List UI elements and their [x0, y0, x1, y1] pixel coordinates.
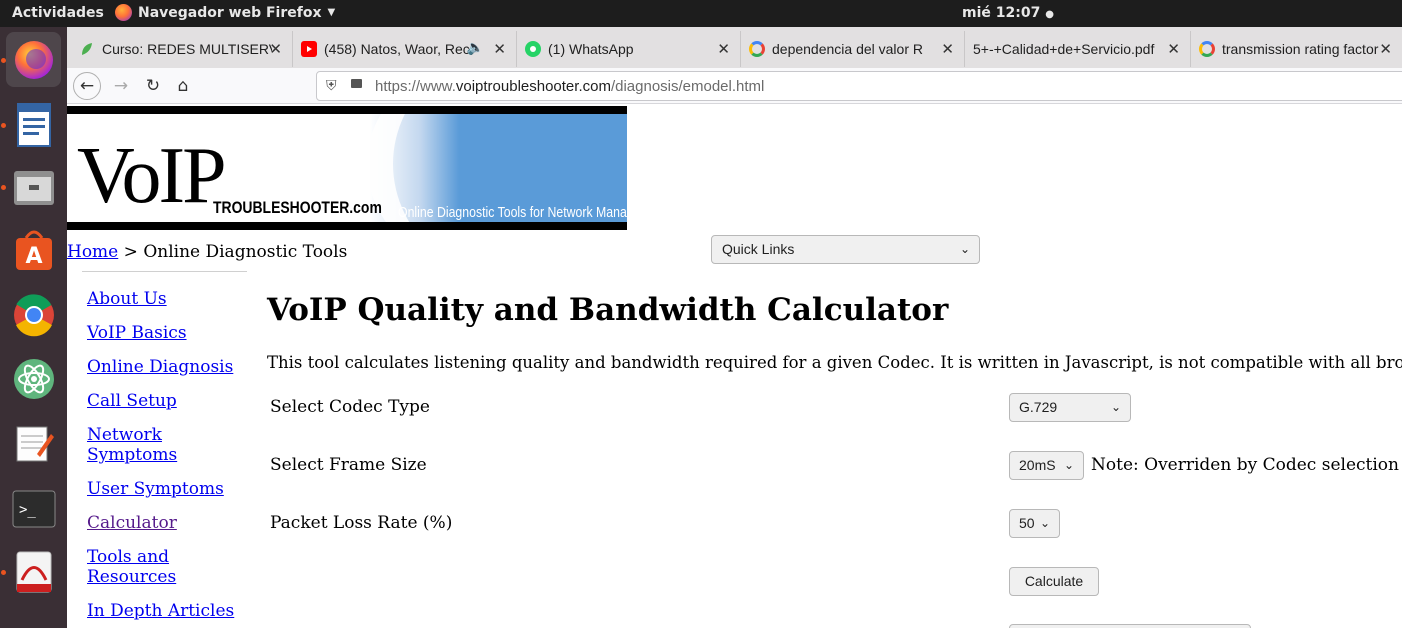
page-description: This tool calculates listening quality a…: [267, 353, 1402, 372]
site-banner: VoIP TROUBLESHOOTER.com Online Diagnosti…: [67, 106, 627, 230]
frame-size-note: Note: Overriden by Codec selection: [1091, 455, 1399, 475]
tab-whatsapp[interactable]: (1) WhatsApp ✕: [517, 31, 741, 67]
logo-voip-text: VoIP: [77, 132, 227, 220]
close-tab-icon[interactable]: ✕: [717, 40, 730, 58]
dock-terminal-icon[interactable]: >_: [6, 481, 61, 536]
chevron-down-icon: ⌄: [1039, 516, 1050, 530]
frame-size-select[interactable]: 20mS ⌄: [1009, 451, 1084, 480]
svg-text:A: A: [25, 244, 42, 269]
sidebar-item-call-setup[interactable]: Call Setup: [87, 391, 257, 411]
tab-google-search-2[interactable]: transmission rating factor ✕: [1191, 31, 1402, 67]
close-tab-icon[interactable]: ✕: [269, 40, 282, 58]
sidebar-item-network-symptoms[interactable]: Network Symptoms: [87, 425, 177, 465]
sidebar-nav: About Us VoIP Basics Online Diagnosis Ca…: [87, 289, 257, 628]
google-icon: [749, 41, 765, 57]
calculate-button[interactable]: Calculate: [1009, 567, 1099, 596]
youtube-icon: [301, 41, 317, 57]
navigation-toolbar: ← → ↻ ⌂ ⛨ https://www.voiptroubleshooter…: [67, 68, 1402, 104]
dock-software-icon[interactable]: A: [6, 221, 61, 276]
tab-pdf[interactable]: 5+-+Calidad+de+Servicio.pdf ✕: [965, 31, 1191, 67]
result-field[interactable]: [1009, 624, 1251, 628]
firefox-icon: [115, 4, 132, 21]
logo-troubleshooter-text: TROUBLESHOOTER.com: [213, 198, 382, 217]
banner-tagline: Online Diagnostic Tools for Network Mana…: [398, 204, 627, 221]
dock-text-editor-icon[interactable]: [6, 415, 61, 470]
packet-loss-label: Packet Loss Rate (%): [270, 513, 453, 533]
moodle-leaf-icon: [79, 41, 95, 57]
tab-strip: Curso: REDES MULTISERVICIOS ✕ (458) Nato…: [67, 27, 1402, 68]
speaker-icon[interactable]: 🔈: [467, 39, 484, 56]
chevron-down-icon: ⌄: [1063, 458, 1074, 472]
app-menu[interactable]: Navegador web Firefox ▼: [115, 4, 335, 21]
sidebar-item-calculator[interactable]: Calculator: [87, 513, 257, 533]
breadcrumb-home-link[interactable]: Home: [67, 242, 118, 262]
shield-icon[interactable]: ⛨: [326, 77, 337, 94]
address-bar[interactable]: ⛨ https://www.voiptroubleshooter.com/dia…: [316, 71, 1402, 101]
close-tab-icon[interactable]: ✕: [493, 40, 506, 58]
dock-writer-icon[interactable]: [6, 97, 61, 152]
lock-icon[interactable]: [351, 79, 362, 88]
url-text: https://www.voiptroubleshooter.com/diagn…: [375, 78, 765, 95]
quick-links-select[interactable]: Quick Links ⌄: [711, 235, 980, 264]
codec-type-select[interactable]: G.729 ⌄: [1009, 393, 1131, 422]
app-menu-label: Navegador web Firefox: [138, 4, 322, 21]
frame-size-label: Select Frame Size: [270, 455, 427, 475]
google-icon: [1199, 41, 1215, 57]
tab-curso[interactable]: Curso: REDES MULTISERVICIOS ✕: [71, 31, 293, 67]
tab-youtube[interactable]: (458) Natos, Waor, Recayden 🔈 ✕: [293, 31, 517, 67]
codec-type-label: Select Codec Type: [270, 397, 430, 417]
sidebar-item-online-diagnosis[interactable]: Online Diagnosis: [87, 357, 257, 377]
sidebar-item-in-depth-articles[interactable]: In Depth Articles: [87, 601, 257, 621]
back-arrow-icon[interactable]: ←: [73, 72, 101, 100]
packet-loss-select[interactable]: 50 ⌄: [1009, 509, 1060, 538]
page-title: VoIP Quality and Bandwidth Calculator: [267, 292, 949, 328]
chevron-down-icon: ⌄: [959, 242, 970, 256]
dock: A >_: [0, 27, 67, 628]
system-top-bar: Actividades Navegador web Firefox ▼ mié …: [0, 0, 1402, 27]
breadcrumb: Home > Online Diagnostic Tools: [67, 242, 348, 262]
dock-files-icon[interactable]: [6, 159, 61, 214]
breadcrumb-current: Online Diagnostic Tools: [143, 242, 348, 262]
svg-text:>_: >_: [19, 502, 36, 518]
chevron-down-icon: ▼: [327, 7, 336, 18]
dock-firefox-icon[interactable]: [6, 32, 61, 87]
sidebar-item-voip-basics[interactable]: VoIP Basics: [87, 323, 257, 343]
home-icon[interactable]: ⌂: [169, 72, 197, 100]
close-tab-icon[interactable]: ✕: [941, 40, 954, 58]
divider: [82, 271, 247, 272]
tab-google-search-1[interactable]: dependencia del valor R ✕: [741, 31, 965, 67]
activities-button[interactable]: Actividades: [12, 5, 104, 21]
forward-arrow-icon[interactable]: →: [107, 72, 135, 100]
dock-pdf-viewer-icon[interactable]: [6, 544, 61, 599]
close-tab-icon[interactable]: ✕: [1167, 40, 1180, 58]
close-tab-icon[interactable]: ✕: [1379, 40, 1392, 58]
sidebar-item-tools-and-resources[interactable]: Tools and Resources: [87, 547, 177, 587]
dock-atom-icon[interactable]: [6, 351, 61, 406]
reload-icon[interactable]: ↻: [139, 72, 167, 100]
sidebar-item-user-symptoms[interactable]: User Symptoms: [87, 479, 257, 499]
notification-dot-icon: ●: [1045, 9, 1054, 20]
whatsapp-icon: [525, 41, 541, 57]
dock-chrome-icon[interactable]: [6, 287, 61, 342]
web-page: VoIP TROUBLESHOOTER.com Online Diagnosti…: [67, 104, 1402, 628]
clock[interactable]: mié 12:07 ●: [962, 5, 1054, 21]
chevron-down-icon: ⌄: [1110, 400, 1121, 414]
sidebar-item-about-us[interactable]: About Us: [87, 289, 257, 309]
